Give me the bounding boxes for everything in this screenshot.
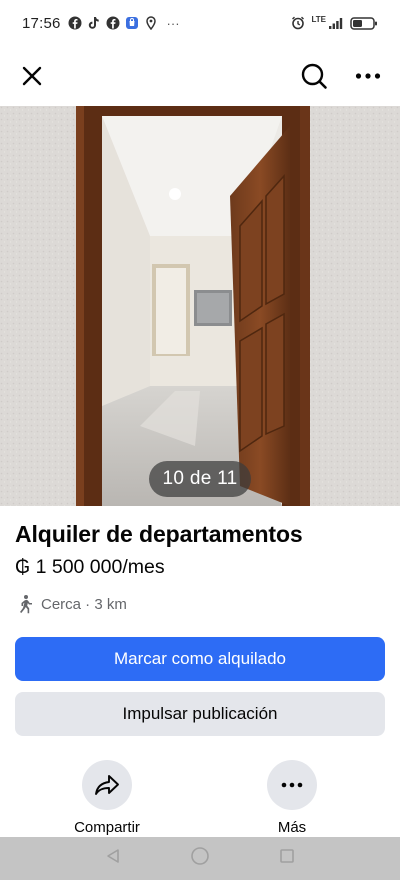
status-right: LTE <box>291 14 378 30</box>
home-nav-button[interactable] <box>190 846 210 871</box>
share-action[interactable]: Compartir <box>52 760 162 836</box>
recents-square-icon <box>280 849 295 863</box>
apartment-doorway-image <box>0 106 400 506</box>
more-options-button[interactable] <box>352 60 384 92</box>
listing-distance: Cerca · 3 km <box>15 594 127 614</box>
close-icon <box>22 66 42 86</box>
facebook-icon <box>68 16 82 30</box>
mark-as-rented-button[interactable]: Marcar como alquilado <box>15 637 385 681</box>
close-button[interactable] <box>16 60 48 92</box>
share-icon <box>95 775 119 795</box>
home-circle-icon <box>191 847 209 865</box>
more-action[interactable]: Más <box>237 760 347 836</box>
listing-photo[interactable] <box>0 106 400 506</box>
shopping-bag-icon <box>125 16 139 30</box>
search-button[interactable] <box>298 60 330 92</box>
share-label: Compartir <box>74 819 140 836</box>
listing-price: ₲ 1 500 000/mes <box>15 556 165 578</box>
more-button[interactable] <box>267 760 317 810</box>
system-navigation-bar <box>0 837 400 880</box>
back-triangle-icon <box>106 849 119 863</box>
boost-listing-button[interactable]: Impulsar publicación <box>15 692 385 736</box>
status-time: 17:56 <box>22 14 61 32</box>
battery-icon <box>350 16 378 30</box>
search-icon <box>301 63 327 89</box>
back-nav-button[interactable] <box>105 848 121 869</box>
status-left: 17:56 ··· <box>22 15 180 32</box>
signal-icon <box>328 16 344 30</box>
share-button[interactable] <box>82 760 132 810</box>
network-type-label: LTE <box>311 14 326 24</box>
alarm-icon <box>291 16 305 30</box>
walking-person-icon <box>20 595 32 614</box>
top-nav <box>0 46 400 106</box>
distance-label: Cerca · 3 km <box>41 595 127 613</box>
photo-counter-badge: 10 de 11 <box>149 461 251 497</box>
tiktok-icon <box>87 16 101 30</box>
facebook-icon <box>106 16 120 30</box>
more-horizontal-icon <box>355 73 381 79</box>
more-horizontal-icon <box>281 782 303 788</box>
listing-title: Alquiler de departamentos <box>15 521 303 547</box>
recents-nav-button[interactable] <box>279 848 295 869</box>
nav-actions <box>298 60 384 92</box>
location-pin-icon <box>144 16 158 30</box>
status-more: ··· <box>166 15 180 31</box>
status-bar: 17:56 ··· LTE <box>0 0 400 46</box>
more-label: Más <box>277 819 307 836</box>
